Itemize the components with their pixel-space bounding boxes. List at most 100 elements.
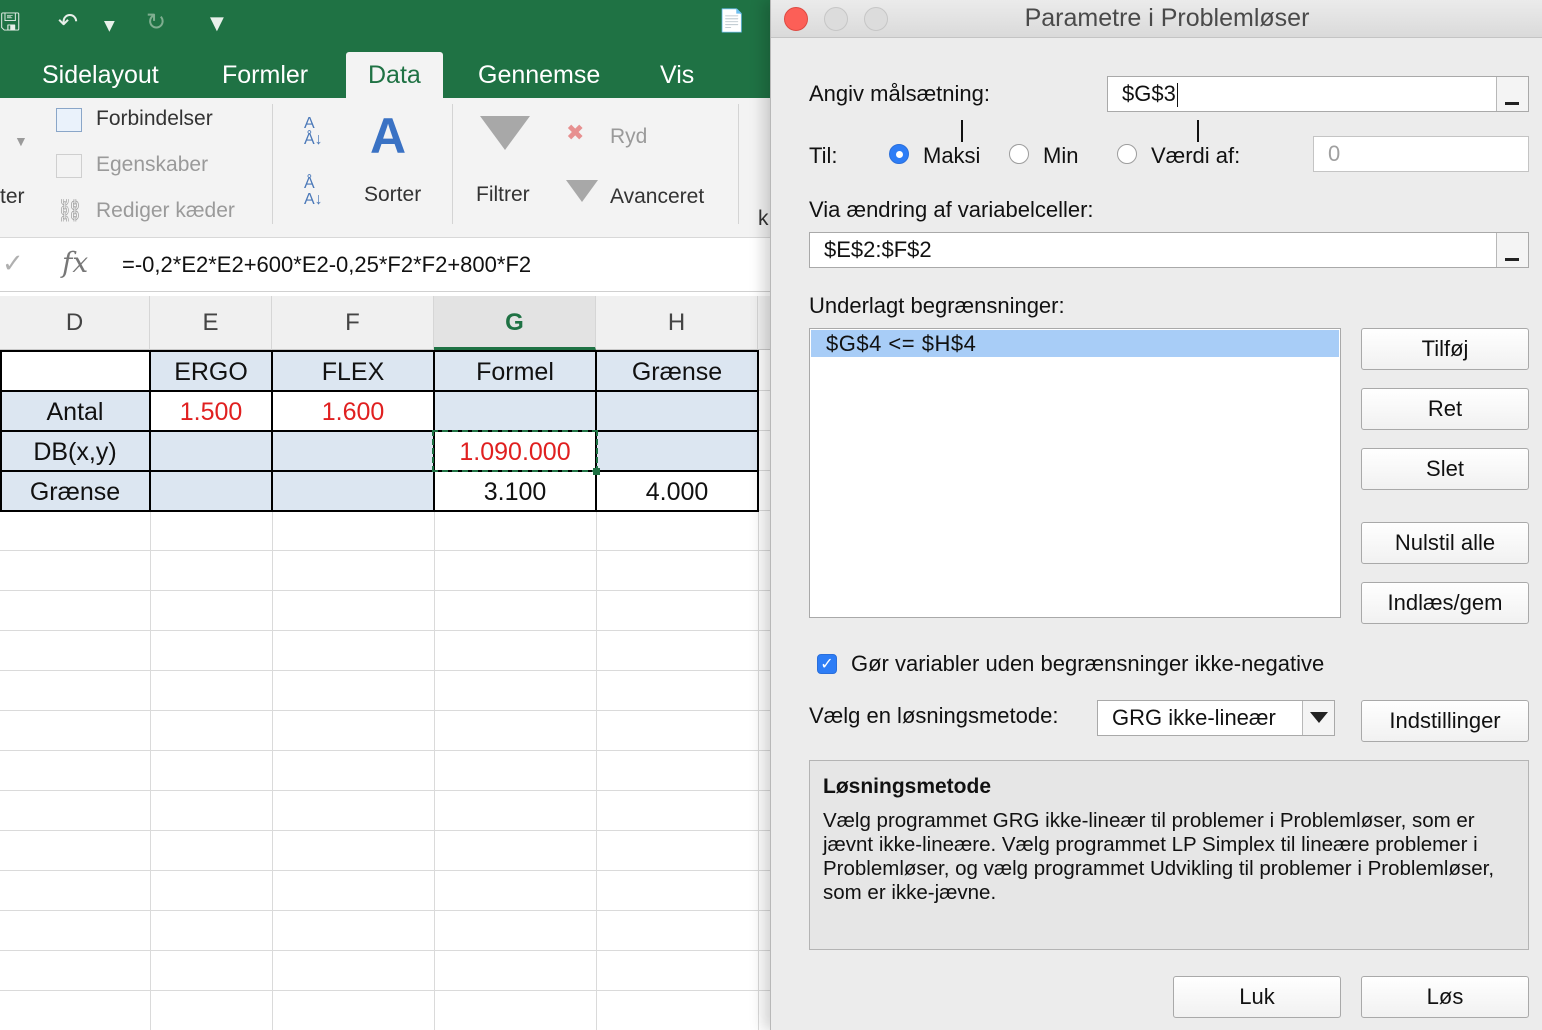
value-of-input: 0 <box>1313 136 1529 172</box>
gridline <box>0 590 770 591</box>
undo-icon[interactable]: ↶ <box>58 8 78 36</box>
sort-asc-icon[interactable]: A Å↓ <box>304 116 323 148</box>
column-header-d[interactable]: D <box>0 296 150 350</box>
sort-desc-icon[interactable]: Å A↓ <box>304 176 323 208</box>
column-header-e[interactable]: E <box>150 296 272 350</box>
collapse-range-button[interactable] <box>1496 233 1528 267</box>
radio-min-label: Min <box>1043 143 1079 168</box>
advanced-filter-icon[interactable] <box>566 180 598 202</box>
cell-h3[interactable] <box>596 432 758 470</box>
load-save-button[interactable]: Indlæs/gem <box>1361 582 1529 624</box>
cell-d1[interactable] <box>0 352 150 390</box>
objective-label: Angiv målsætning: <box>809 81 990 106</box>
cell-e3[interactable] <box>150 432 272 470</box>
confirm-check-icon[interactable]: ✓ <box>2 248 24 279</box>
gridline <box>0 910 770 911</box>
changing-cells-value: $E$2:$F$2 <box>824 237 932 262</box>
cell-e1[interactable]: ERGO <box>150 352 272 390</box>
save-icon[interactable]: 🖫 <box>0 8 20 36</box>
solve-button[interactable]: Løs <box>1361 976 1529 1018</box>
constraints-list[interactable]: $G$4 <= $H$4 <box>809 328 1341 618</box>
sort-button[interactable]: Sorter <box>364 182 421 208</box>
divider-tick <box>961 120 963 142</box>
change-constraint-button[interactable]: Ret <box>1361 388 1529 430</box>
ribbon-separator <box>272 104 273 224</box>
filter-button[interactable]: Filtrer <box>476 182 530 208</box>
table-border <box>271 350 273 512</box>
tab-data[interactable]: Data <box>346 52 443 98</box>
objective-input[interactable]: $G$3 <box>1107 76 1529 112</box>
text-cursor <box>1176 83 1178 108</box>
gridline <box>0 950 770 951</box>
undo-dropdown-icon[interactable]: ▼ <box>104 12 115 40</box>
method-label: Vælg en løsningsmetode: <box>809 703 1059 728</box>
spreadsheet-grid[interactable]: D E F G H ERGO FLEX Formel Grænse Antal … <box>0 296 770 1030</box>
table-border <box>149 350 151 512</box>
cell-d3[interactable]: DB(x,y) <box>0 432 150 470</box>
excel-titlebar: 🖫 ↶ ▼ ↻ ▼ 📄 <box>0 0 770 44</box>
gridline <box>0 830 770 831</box>
formula-input[interactable]: =-0,2*E2*E2+600*E2-0,25*F2*F2+800*F2 <box>122 252 531 278</box>
column-header-g[interactable]: G <box>434 296 596 350</box>
column-header-i[interactable] <box>758 296 770 350</box>
method-description-text: Vælg programmet GRG ikke-lineær til prob… <box>823 809 1495 904</box>
cell-h4[interactable]: 4.000 <box>596 472 758 510</box>
excel-window: 🖫 ↶ ▼ ↻ ▼ 📄 Sidelayout Formler Data Genn… <box>0 0 770 1030</box>
cell-f4[interactable] <box>272 472 434 510</box>
close-button[interactable]: Luk <box>1173 976 1341 1018</box>
objective-value: $G$3 <box>1122 81 1176 106</box>
table-border <box>0 390 758 392</box>
tab-vis[interactable]: Vis <box>660 60 694 90</box>
advanced-button[interactable]: Avanceret <box>610 184 704 210</box>
sort-az-icon[interactable]: A <box>370 108 406 164</box>
ribbon-separator <box>452 104 453 224</box>
cell-f2[interactable]: 1.600 <box>272 392 434 430</box>
properties-icon <box>56 154 82 178</box>
fx-label[interactable]: fx <box>62 246 88 279</box>
reset-all-button[interactable]: Nulstil alle <box>1361 522 1529 564</box>
cell-e2[interactable]: 1.500 <box>150 392 272 430</box>
filter-icon[interactable] <box>480 116 530 150</box>
cell-d4[interactable]: Grænse <box>0 472 150 510</box>
tab-sidelayout[interactable]: Sidelayout <box>42 60 159 90</box>
customize-toolbar-icon[interactable]: ▼ <box>210 10 224 38</box>
fill-handle[interactable] <box>593 468 600 475</box>
delete-constraint-button[interactable]: Slet <box>1361 448 1529 490</box>
cell-f1[interactable]: FLEX <box>272 352 434 390</box>
cell-e4[interactable] <box>150 472 272 510</box>
connections-button[interactable]: Forbindelser <box>96 106 213 132</box>
cell-f3[interactable] <box>272 432 434 470</box>
cell-g2[interactable] <box>434 392 596 430</box>
ribbon-cut-label: ter <box>0 185 25 208</box>
nonneg-checkbox[interactable]: ✓ <box>817 654 837 674</box>
method-description-box: Løsningsmetode Vælg programmet GRG ikke-… <box>809 760 1529 950</box>
collapse-range-button[interactable] <box>1496 77 1528 111</box>
cell-h2[interactable] <box>596 392 758 430</box>
gridline <box>0 870 770 871</box>
cell-g4[interactable]: 3.100 <box>434 472 596 510</box>
cell-g1[interactable]: Formel <box>434 352 596 390</box>
radio-min[interactable] <box>1009 144 1029 164</box>
tab-gennemse[interactable]: Gennemse <box>478 60 600 90</box>
table-border <box>0 470 758 472</box>
radio-max[interactable] <box>889 144 909 164</box>
tab-formler[interactable]: Formler <box>222 60 308 90</box>
ribbon-data: ter ▼ Forbindelser Egenskaber ⛓ Rediger … <box>0 98 770 238</box>
column-header-h[interactable]: H <box>596 296 758 350</box>
add-constraint-button[interactable]: Tilføj <box>1361 328 1529 370</box>
cell-d2[interactable]: Antal <box>0 392 150 430</box>
clear-filter-icon: ✖ <box>566 120 585 145</box>
method-select[interactable]: GRG ikke-lineær <box>1097 700 1335 736</box>
radio-value-of[interactable] <box>1117 144 1137 164</box>
list-item[interactable]: $G$4 <= $H$4 <box>811 330 1339 357</box>
excel-file-icon: 📄 <box>718 9 746 34</box>
chevron-down-icon[interactable] <box>1302 701 1334 735</box>
method-description-title: Løsningsmetode <box>823 775 992 798</box>
changing-cells-input[interactable]: $E$2:$F$2 <box>809 232 1529 268</box>
clear-button: Ryd <box>610 125 648 148</box>
ribbon-cut-label: k <box>758 207 769 230</box>
gridline <box>0 710 770 711</box>
cell-h1[interactable]: Grænse <box>596 352 758 390</box>
column-header-f[interactable]: F <box>272 296 434 350</box>
options-button[interactable]: Indstillinger <box>1361 700 1529 742</box>
